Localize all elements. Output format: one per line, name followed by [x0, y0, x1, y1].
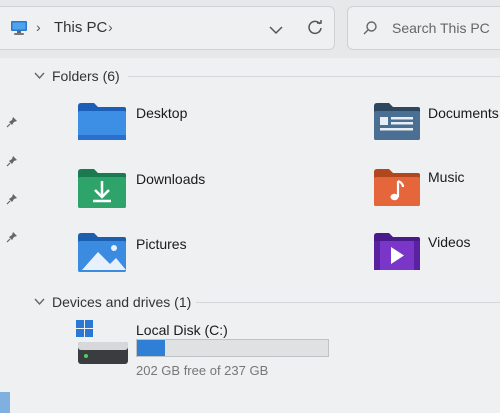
this-pc-icon	[10, 20, 28, 41]
search-box[interactable]: Search This PC	[347, 6, 500, 50]
videos-folder-icon	[372, 230, 422, 277]
documents-folder-icon	[372, 100, 422, 147]
desktop-folder-icon	[76, 100, 128, 147]
folder-label: Desktop	[136, 105, 188, 121]
breadcrumb-this-pc[interactable]: This PC	[54, 19, 107, 36]
downloads-folder-icon	[76, 166, 128, 215]
drive-usage-bar	[136, 339, 329, 357]
drive-label: Local Disk (C:)	[136, 322, 228, 338]
folders-section-title: Folders (6)	[52, 68, 120, 84]
breadcrumb-chevron-icon[interactable]: ›	[108, 19, 113, 35]
pictures-folder-icon	[76, 230, 128, 279]
pin-icon[interactable]	[6, 193, 18, 208]
folder-item-desktop[interactable]: Desktop	[76, 100, 256, 150]
chevron-down-icon[interactable]	[34, 71, 45, 83]
folder-label: Music	[428, 169, 465, 185]
search-icon	[362, 20, 378, 41]
breadcrumb-separator-icon[interactable]: ›	[36, 19, 41, 35]
section-divider	[196, 302, 500, 303]
refresh-icon[interactable]	[306, 19, 324, 42]
folder-label: Documents	[428, 105, 499, 121]
folder-item-documents[interactable]: Documents	[372, 100, 500, 150]
pin-icon[interactable]	[6, 116, 18, 131]
drive-free-space: 202 GB free of 237 GB	[136, 363, 269, 378]
pin-icon[interactable]	[6, 231, 18, 246]
music-folder-icon	[372, 166, 422, 213]
pin-icon[interactable]	[6, 155, 18, 170]
windows-drive-icon	[76, 318, 130, 373]
folder-item-music[interactable]: Music	[372, 166, 500, 216]
folder-label: Pictures	[136, 236, 187, 252]
address-history-dropdown-icon[interactable]	[269, 22, 283, 40]
devices-section-title: Devices and drives (1)	[52, 294, 192, 310]
devices-section-header[interactable]	[34, 293, 45, 311]
folder-item-downloads[interactable]: Downloads	[76, 166, 256, 216]
section-divider	[128, 76, 500, 77]
folder-label: Videos	[428, 234, 471, 250]
search-input[interactable]: Search This PC	[392, 20, 490, 36]
folder-item-videos[interactable]: Videos	[372, 230, 500, 280]
nav-pane-selection-edge	[0, 392, 10, 413]
folders-section-header[interactable]	[34, 67, 45, 85]
drive-usage-fill	[137, 340, 166, 356]
chevron-down-icon[interactable]	[34, 297, 45, 309]
folder-item-pictures[interactable]: Pictures	[76, 230, 256, 280]
folder-label: Downloads	[136, 171, 206, 187]
address-bar[interactable]: › This PC ›	[0, 6, 335, 50]
